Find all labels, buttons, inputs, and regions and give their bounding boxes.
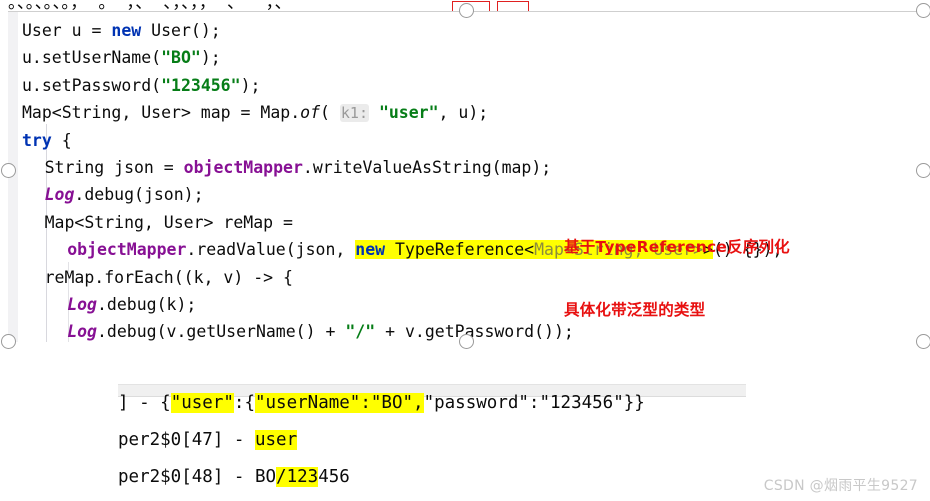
code-token: , u); (438, 103, 489, 123)
console-token: ] - { (118, 393, 171, 413)
code-token: .readValue(json, (186, 240, 356, 260)
code-token: .debug(json); (74, 185, 204, 205)
console-line[interactable]: ] - {"user":{"userName":"BO","password":… (118, 393, 645, 413)
code-token: try (22, 130, 52, 150)
code-token: .debug(k); (97, 295, 197, 314)
code-token: ( (320, 103, 340, 123)
code-token: "123456" (161, 75, 241, 95)
code-token: "BO" (161, 48, 201, 68)
code-token: "/" (345, 322, 376, 342)
csdn-watermark: CSDN @烟雨平生9527 (763, 478, 918, 494)
code-line[interactable]: Map<String, User> map = Map.of( k1: "use… (22, 99, 488, 127)
code-token: ); (240, 75, 261, 95)
annotation-line-2: 具体化带泛型的类型 (564, 301, 706, 319)
code-token: ); (200, 48, 221, 68)
code-token: objectMapper (183, 158, 303, 177)
handle-left-middle[interactable] (1, 163, 16, 178)
clipped-top-row-text: 。、。、。、。， 。 ，、 、，、，， 、 ，、 (8, 0, 292, 11)
code-line[interactable]: Map<String, User> reMap = (22, 209, 293, 236)
code-line[interactable]: try { (22, 127, 72, 154)
code-line[interactable]: Log.debug(v.getUserName() + "/" + v.getP… (22, 318, 574, 342)
code-token: u.setUserName( (22, 48, 162, 68)
console-token: per2$0[47] - (118, 430, 255, 450)
console-line[interactable]: per2$0[48] - BO/123456 (118, 467, 350, 487)
code-line[interactable]: String json = objectMapper.writeValueAsS… (22, 154, 552, 181)
console-token: /123 (276, 467, 319, 487)
code-token: new (355, 240, 386, 260)
code-token: objectMapper (67, 240, 187, 260)
code-line[interactable]: u.setPassword("123456"); (22, 72, 260, 99)
code-token: new (111, 21, 142, 40)
code-line[interactable]: User u = new User(); (22, 17, 221, 44)
annotation-line-1: 基于TypeReference反序列化 (564, 238, 790, 256)
code-token: User u = (22, 21, 112, 40)
code-editor-panel[interactable]: User u = new User(); u.setUserName("BO");… (8, 11, 922, 342)
code-line[interactable]: Log.debug(json); (22, 181, 204, 208)
code-token: Log (67, 295, 97, 314)
code-token: String json = (44, 158, 184, 177)
code-token: Log (44, 185, 75, 205)
code-token: of (300, 103, 321, 123)
code-token: User(); (141, 21, 221, 40)
code-line[interactable]: Log.debug(k); (22, 291, 196, 318)
code-token: Map<String, User> map = Map. (22, 103, 301, 123)
code-token: reMap.forEach((k, v) -> { (44, 267, 293, 287)
code-token: u.setPassword( (22, 75, 162, 95)
red-annotation: 基于TypeReference反序列化 具体化带泛型的类型 (564, 195, 790, 342)
code-token: .debug(v.getUserName() + (97, 322, 346, 342)
code-token: { (51, 130, 72, 150)
handle-right-middle[interactable] (916, 163, 930, 178)
code-line[interactable]: u.setUserName("BO"); (22, 44, 221, 71)
code-token: Log (67, 322, 97, 342)
handle-bottom-left[interactable] (1, 334, 16, 349)
console-line[interactable]: per2$0[47] - user (118, 430, 298, 450)
code-token: + v.getPassword()); (375, 322, 574, 342)
console-token: "password":"123456"}} (423, 393, 645, 413)
console-token: user (254, 430, 298, 450)
handle-top-center[interactable] (459, 3, 474, 18)
console-token: "userName":"BO", (254, 393, 424, 413)
code-token: k1: (339, 104, 369, 123)
code-token: "user" (378, 103, 439, 123)
console-token: 456 (318, 467, 350, 487)
console-token: "user" (170, 393, 234, 413)
screenshot-root: 。、。、。、。， 。 ，、 、，、，， 、 ，、 User u = new Us… (0, 0, 930, 501)
code-token: Map<String, User> reMap = (44, 212, 293, 232)
handle-top-right[interactable] (916, 3, 930, 18)
handle-bottom-right[interactable] (916, 334, 930, 349)
code-line[interactable]: reMap.forEach((k, v) -> { (22, 264, 293, 291)
code-token: TypeReference< (385, 240, 535, 260)
handle-bottom-center[interactable] (459, 334, 474, 349)
console-token: per2$0[48] - BO (118, 467, 277, 487)
console-token: :{ (233, 393, 255, 413)
code-token: .writeValueAsString(map); (302, 158, 552, 177)
